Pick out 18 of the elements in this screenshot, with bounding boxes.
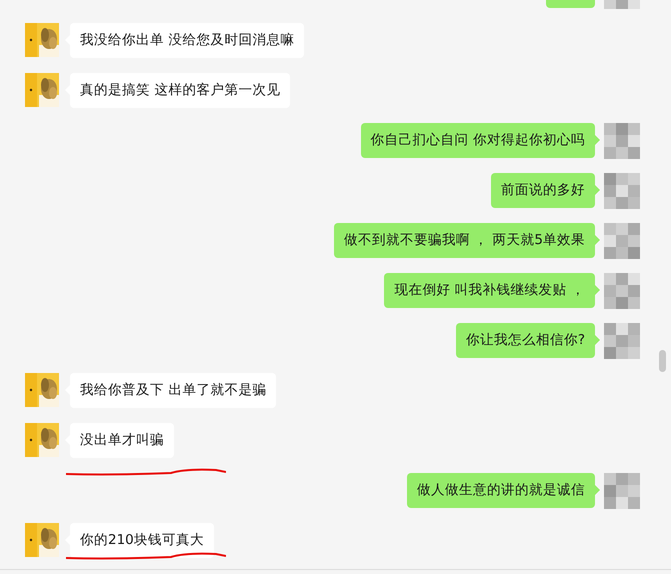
- scrollbar-thumb[interactable]: [659, 350, 666, 372]
- message-bubble: 真的是搞笑 这样的客户第一次见: [70, 73, 290, 108]
- message-bubble: 做不到就不要骗我啊 ， 两天就5单效果: [334, 223, 595, 258]
- message-bubble: 做人做生意的讲的就是诚信: [407, 473, 595, 508]
- message-bubble: 现在倒好 叫我补钱继续发贴 ，: [384, 273, 595, 308]
- message-bubble: 我没给你出单 没给您及时回消息嘛: [70, 23, 304, 58]
- blurred-avatar: [604, 473, 640, 509]
- blurred-avatar: [604, 223, 640, 259]
- message-bubble: 你自己扪心自问 你对得起你初心吗: [360, 123, 595, 158]
- message-bubble: 没出单才叫骗: [70, 423, 174, 458]
- message-bubble: 你让我怎么相信你?: [456, 323, 595, 358]
- blurred-avatar: [604, 123, 640, 159]
- blurred-avatar: [604, 323, 640, 359]
- message-bubble: 前面说的多好: [491, 173, 595, 208]
- blurred-avatar: [604, 173, 640, 209]
- message-bubble: 我给你普及下 出单了就不是骗: [70, 373, 276, 408]
- message-bubble: 你的210块钱可真大: [70, 523, 214, 558]
- blurred-avatar: [604, 273, 640, 309]
